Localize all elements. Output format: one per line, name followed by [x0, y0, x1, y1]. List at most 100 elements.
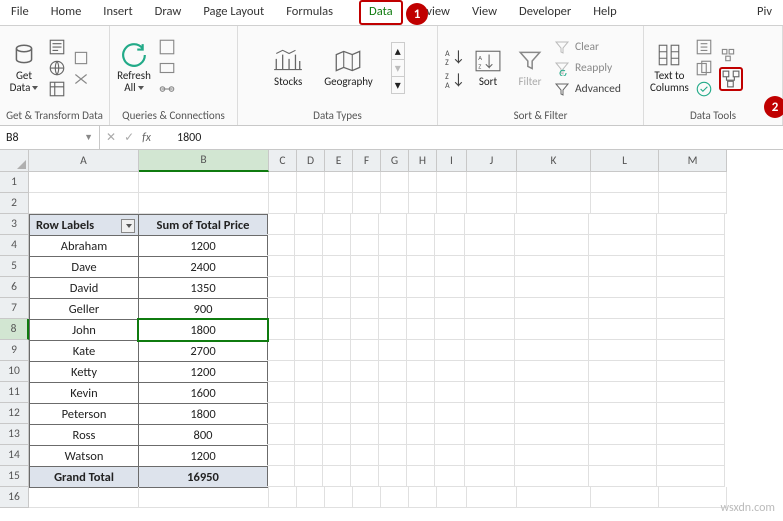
cell-B7[interactable]: 900: [138, 298, 268, 320]
cell-D14[interactable]: [295, 445, 323, 466]
tab-draw[interactable]: Draw: [144, 0, 193, 25]
cell-M1[interactable]: [659, 172, 727, 193]
cell-F9[interactable]: [351, 340, 379, 361]
cell-M9[interactable]: [657, 340, 725, 361]
cell-I8[interactable]: [435, 319, 465, 340]
cell-J12[interactable]: [465, 403, 515, 424]
cell-K13[interactable]: [515, 424, 589, 445]
cell-M4[interactable]: [657, 235, 725, 256]
cell-L4[interactable]: [589, 235, 657, 256]
cell-H2[interactable]: [409, 193, 437, 214]
cell-B15[interactable]: 16950: [138, 466, 268, 488]
cell-I7[interactable]: [435, 298, 465, 319]
cell-C7[interactable]: [267, 298, 295, 319]
cell-C13[interactable]: [267, 424, 295, 445]
cell-E14[interactable]: [323, 445, 351, 466]
from-text-icon[interactable]: [48, 38, 66, 56]
cell-C10[interactable]: [267, 361, 295, 382]
relationships-button[interactable]: [719, 67, 743, 91]
cell-F4[interactable]: [351, 235, 379, 256]
cell-E8[interactable]: [323, 319, 351, 340]
cell-M3[interactable]: [657, 214, 725, 235]
cell-B1[interactable]: [139, 172, 269, 193]
cell-G13[interactable]: [379, 424, 407, 445]
cell-A11[interactable]: Kevin: [29, 382, 139, 404]
reapply-button[interactable]: Reapply: [554, 60, 621, 76]
cell-C1[interactable]: [269, 172, 297, 193]
column-header-I[interactable]: I: [437, 150, 467, 172]
cell-B13[interactable]: 800: [138, 424, 268, 446]
cell-C4[interactable]: [267, 235, 295, 256]
cell-A4[interactable]: Abraham: [29, 235, 139, 257]
cell-I5[interactable]: [435, 256, 465, 277]
cell-A7[interactable]: Geller: [29, 298, 139, 320]
cell-A3[interactable]: Row Labels: [29, 214, 139, 236]
cell-J6[interactable]: [465, 277, 515, 298]
cell-I16[interactable]: [437, 487, 467, 508]
cell-G4[interactable]: [379, 235, 407, 256]
column-header-E[interactable]: E: [325, 150, 353, 172]
cell-H5[interactable]: [407, 256, 435, 277]
cell-C11[interactable]: [267, 382, 295, 403]
cell-G16[interactable]: [381, 487, 409, 508]
cell-C3[interactable]: [267, 214, 295, 235]
cell-L8[interactable]: [589, 319, 657, 340]
cancel-formula-icon[interactable]: ✕: [106, 130, 116, 145]
cell-M10[interactable]: [657, 361, 725, 382]
name-box[interactable]: B8▼: [0, 126, 100, 149]
tab-file[interactable]: File: [0, 0, 40, 25]
cell-K2[interactable]: [517, 193, 591, 214]
cell-E11[interactable]: [323, 382, 351, 403]
refresh-all-button[interactable]: Refresh All: [116, 42, 152, 94]
cell-F8[interactable]: [351, 319, 379, 340]
cell-B10[interactable]: 1200: [138, 361, 268, 383]
cell-G1[interactable]: [381, 172, 409, 193]
cell-J10[interactable]: [465, 361, 515, 382]
cell-K11[interactable]: [515, 382, 589, 403]
sort-asc-icon[interactable]: AZ: [444, 47, 464, 67]
cell-L15[interactable]: [589, 466, 657, 487]
queries-icon[interactable]: [158, 38, 176, 56]
cell-E1[interactable]: [325, 172, 353, 193]
cell-M14[interactable]: [657, 445, 725, 466]
cell-E7[interactable]: [323, 298, 351, 319]
cell-I1[interactable]: [437, 172, 467, 193]
cell-I15[interactable]: [435, 466, 465, 487]
cell-B8[interactable]: 1800: [138, 319, 268, 341]
clear-filter-button[interactable]: Clear: [554, 39, 621, 55]
column-header-J[interactable]: J: [467, 150, 517, 172]
row-header-16[interactable]: 16: [0, 487, 29, 508]
cell-I12[interactable]: [435, 403, 465, 424]
tab-help[interactable]: Help: [582, 0, 627, 25]
sort-button[interactable]: AZ Sort: [470, 48, 506, 88]
cell-L3[interactable]: [589, 214, 657, 235]
cell-D4[interactable]: [295, 235, 323, 256]
cell-D13[interactable]: [295, 424, 323, 445]
cell-L1[interactable]: [591, 172, 659, 193]
cell-G3[interactable]: [379, 214, 407, 235]
cell-K6[interactable]: [515, 277, 589, 298]
cell-L9[interactable]: [589, 340, 657, 361]
cell-K16[interactable]: [517, 487, 591, 508]
cell-M6[interactable]: [657, 277, 725, 298]
cell-I9[interactable]: [435, 340, 465, 361]
existing-conn-icon[interactable]: [72, 70, 90, 88]
cell-B5[interactable]: 2400: [138, 256, 268, 278]
cell-J5[interactable]: [465, 256, 515, 277]
cells-area[interactable]: Row LabelsSum of Total PriceAbraham1200D…: [29, 172, 727, 508]
cell-D3[interactable]: [295, 214, 323, 235]
cell-K4[interactable]: [515, 235, 589, 256]
row-header-9[interactable]: 9: [0, 340, 29, 361]
tab-insert[interactable]: Insert: [92, 0, 143, 25]
cell-D2[interactable]: [297, 193, 325, 214]
cell-G2[interactable]: [381, 193, 409, 214]
cell-D5[interactable]: [295, 256, 323, 277]
cell-I2[interactable]: [437, 193, 467, 214]
properties-icon[interactable]: [158, 59, 176, 77]
cell-I14[interactable]: [435, 445, 465, 466]
cell-I3[interactable]: [435, 214, 465, 235]
row-header-15[interactable]: 15: [0, 466, 29, 487]
cell-B2[interactable]: [139, 193, 269, 214]
row-header-7[interactable]: 7: [0, 298, 29, 319]
cell-J8[interactable]: [465, 319, 515, 340]
